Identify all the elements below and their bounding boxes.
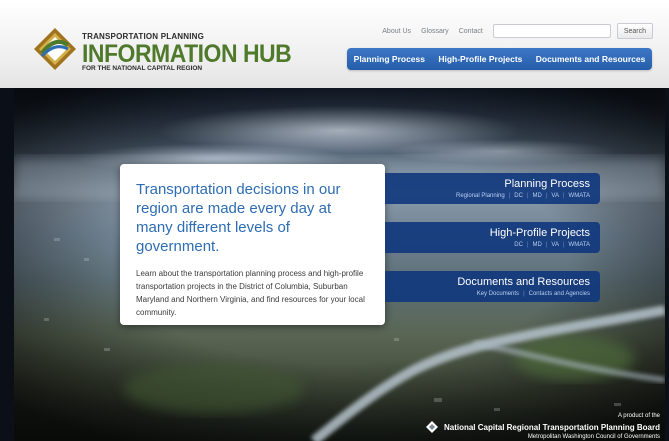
high-profile-projects-panel: High-Profile Projects DC | MD | VA | WMATA bbox=[385, 222, 600, 253]
separator: | bbox=[545, 242, 548, 248]
hp-va-link[interactable]: VA bbox=[551, 242, 559, 248]
brand-name: National Capital Regional Transportation… bbox=[443, 422, 660, 432]
high-profile-projects-link[interactable]: High-Profile Projects bbox=[385, 226, 590, 240]
search-input[interactable] bbox=[492, 24, 611, 38]
brand-prefix: A product of the bbox=[617, 413, 660, 419]
intro-card: Transportation decisions in our region a… bbox=[120, 164, 385, 325]
about-us-link[interactable]: About Us bbox=[382, 28, 411, 35]
planning-process-panel: Planning Process Regional Planning | DC | MD… bbox=[385, 173, 600, 204]
nav-planning-process[interactable]: Planning Process bbox=[354, 54, 425, 64]
site-header: TRANSPORTATION PLANNING INFORMATION HUB … bbox=[0, 0, 669, 88]
brand-org: Metropolitan Washington Council of Gover… bbox=[527, 434, 660, 440]
pp-va-link[interactable]: VA bbox=[551, 193, 559, 199]
regional-planning-link[interactable]: Regional Planning bbox=[456, 193, 505, 199]
hub-logo-icon[interactable] bbox=[32, 26, 78, 72]
intro-heading: Transportation decisions in our region a… bbox=[136, 181, 341, 255]
separator: | bbox=[545, 193, 548, 199]
glossary-link[interactable]: Glossary bbox=[421, 28, 449, 35]
pp-dc-link[interactable]: DC bbox=[514, 193, 523, 199]
intro-body: Learn about the transportation planning … bbox=[136, 269, 365, 317]
separator: | bbox=[526, 193, 529, 199]
separator: | bbox=[523, 291, 525, 297]
high-profile-projects-sublinks: DC | MD | VA | WMATA bbox=[385, 240, 590, 251]
main-nav: Planning Process High-Profile Projects D… bbox=[347, 48, 652, 70]
separator: | bbox=[508, 193, 511, 199]
logo-line-2: INFORMATION HUB bbox=[82, 38, 292, 68]
contacts-and-agencies-link[interactable]: Contacts and Agencies bbox=[529, 291, 590, 297]
pp-md-link[interactable]: MD bbox=[533, 193, 542, 199]
separator: | bbox=[562, 242, 565, 248]
key-documents-link[interactable]: Key Documents bbox=[477, 291, 519, 297]
planning-process-link[interactable]: Planning Process bbox=[385, 177, 590, 191]
nav-documents-and-resources[interactable]: Documents and Resources bbox=[536, 54, 646, 64]
nav-high-profile-projects[interactable]: High-Profile Projects bbox=[438, 54, 522, 64]
hp-md-link[interactable]: MD bbox=[533, 242, 542, 248]
logo-wordmark[interactable]: TRANSPORTATION PLANNING INFORMATION HUB … bbox=[82, 32, 292, 72]
planning-process-sublinks: Regional Planning | DC | MD | VA | WMATA bbox=[385, 191, 590, 202]
separator: | bbox=[526, 242, 529, 248]
contact-link[interactable]: Contact bbox=[459, 28, 483, 35]
separator: | bbox=[562, 193, 565, 199]
search-button[interactable]: Search bbox=[616, 23, 653, 39]
documents-and-resources-sublinks: Key Documents | Contacts and Agencies bbox=[385, 289, 590, 300]
documents-and-resources-link[interactable]: Documents and Resources bbox=[385, 275, 590, 289]
brand-row: National Capital Regional Transportation… bbox=[425, 421, 660, 433]
tpb-diamond-icon bbox=[425, 421, 438, 433]
pp-wmata-link[interactable]: WMATA bbox=[569, 193, 590, 199]
hp-wmata-link[interactable]: WMATA bbox=[569, 242, 590, 248]
hero-aerial-photo: Transportation decisions in our region a… bbox=[14, 88, 665, 441]
utility-bar: About Us Glossary Contact Search bbox=[382, 23, 653, 39]
tpb-brand[interactable]: A product of the National Capital Region… bbox=[425, 412, 660, 441]
documents-and-resources-panel: Documents and Resources Key Documents | Co… bbox=[385, 271, 600, 302]
hp-dc-link[interactable]: DC bbox=[514, 242, 523, 248]
